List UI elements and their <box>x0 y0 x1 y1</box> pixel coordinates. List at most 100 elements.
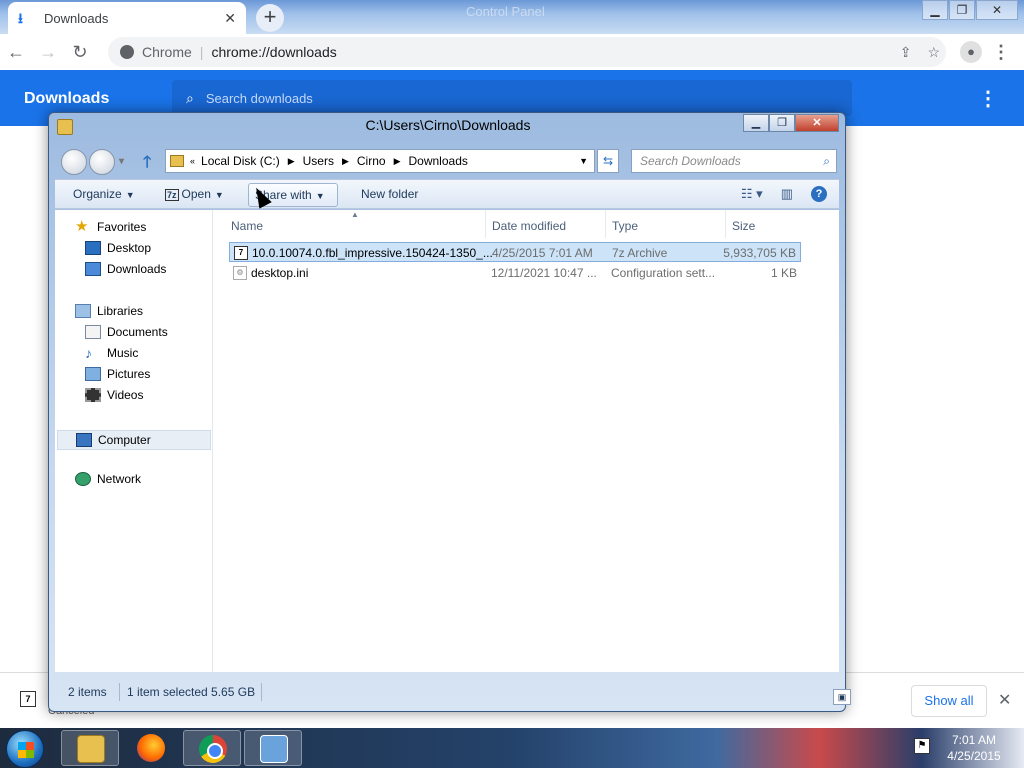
firefox-icon <box>137 734 165 762</box>
taskbar-control-panel[interactable] <box>244 730 302 766</box>
up-folder-icon[interactable]: 🡑 <box>143 151 151 178</box>
nav-music[interactable]: ♪ Music <box>85 346 138 360</box>
explorer-minimize-button[interactable]: ▁ <box>743 114 769 132</box>
omnibox[interactable]: Chrome | chrome://downloads ⇪ ☆ <box>108 37 946 67</box>
forward-button[interactable]: → <box>32 36 64 68</box>
file-name: 10.0.10074.0.fbl_impressive.150424-1350_… <box>252 246 493 260</box>
breadcrumb-downloads[interactable]: Downloads <box>409 154 468 168</box>
refresh-icon[interactable]: ⇆ <box>597 149 619 173</box>
breadcrumb-arrow-icon[interactable]: ▶ <box>394 156 401 167</box>
explorer-icon <box>77 735 105 763</box>
close-window-button[interactable]: ✕ <box>976 0 1018 20</box>
explorer-close-button[interactable]: ✕ <box>795 114 839 132</box>
open-button[interactable]: 7z Open ▼ <box>165 187 224 201</box>
desktop-icon <box>85 241 101 255</box>
chevron-down-icon: ▼ <box>315 191 325 201</box>
change-view-icon[interactable]: ☷ ▾ <box>741 186 763 202</box>
more-actions-icon[interactable]: ⋮ <box>978 86 998 111</box>
videos-icon <box>85 388 101 402</box>
start-button[interactable] <box>6 730 44 768</box>
profile-avatar[interactable]: ● <box>960 41 982 63</box>
explorer-forward-button[interactable] <box>89 149 115 175</box>
file-date: 12/11/2021 10:47 ... <box>491 266 597 280</box>
archive-file-icon[interactable]: 7 <box>20 691 36 707</box>
7zip-icon: 7z <box>165 189 179 201</box>
file-size: 5,933,705 KB <box>723 246 796 260</box>
nav-downloads-label: Downloads <box>107 262 167 276</box>
column-size[interactable]: Size <box>732 219 755 233</box>
organize-button[interactable]: Organize ▼ <box>73 187 135 201</box>
chrome-site-icon <box>120 45 134 59</box>
explorer-maximize-button[interactable]: ❐ <box>769 114 795 132</box>
file-row-desktop-ini[interactable]: ⚙ desktop.ini 12/11/2021 10:47 ... Confi… <box>229 263 801 283</box>
breadcrumb-arrow-icon[interactable]: ▶ <box>342 156 349 167</box>
large-icons-view-icon[interactable]: ▣ <box>833 689 851 705</box>
address-dropdown-icon[interactable]: ▼ <box>579 156 588 166</box>
file-size: 1 KB <box>770 266 797 280</box>
explorer-back-button[interactable] <box>61 149 87 175</box>
search-downloads-input[interactable]: ⌕ Search downloads <box>172 80 852 116</box>
nav-libraries[interactable]: Libraries <box>75 304 143 318</box>
music-icon: ♪ <box>85 345 92 361</box>
breadcrumb-drive[interactable]: Local Disk (C:) <box>201 154 280 168</box>
back-button[interactable]: ← <box>0 36 32 68</box>
preview-pane-icon[interactable]: ▥ <box>781 186 793 202</box>
nav-desktop[interactable]: Desktop <box>85 241 151 255</box>
minimize-button[interactable]: ▁ <box>922 0 948 20</box>
column-name[interactable]: Name <box>231 219 263 233</box>
status-divider <box>119 683 120 701</box>
breadcrumb-cirno[interactable]: Cirno <box>357 154 386 168</box>
nav-network[interactable]: Network <box>75 472 141 486</box>
maximize-button[interactable]: ❐ <box>949 0 975 20</box>
help-icon[interactable]: ? <box>811 186 827 202</box>
nav-pictures[interactable]: Pictures <box>85 367 150 381</box>
breadcrumb-arrow-icon[interactable]: ▶ <box>288 156 295 167</box>
explorer-search-placeholder: Search Downloads <box>640 154 741 168</box>
explorer-window-controls: ▁ ❐ ✕ <box>743 114 839 132</box>
chrome-window-controls: ▁ ❐ ✕ <box>921 0 1018 20</box>
show-all-button[interactable]: Show all <box>911 685 987 717</box>
nav-documents-label: Documents <box>107 325 168 339</box>
nav-favorites[interactable]: ★ Favorites <box>75 219 147 234</box>
clock-date: 4/25/2015 <box>947 749 1001 763</box>
computer-icon <box>76 433 92 447</box>
taskbar-firefox[interactable] <box>122 730 180 766</box>
column-date-modified[interactable]: Date modified <box>492 219 566 233</box>
documents-icon <box>85 325 101 339</box>
nav-documents[interactable]: Documents <box>85 325 168 339</box>
windows-logo-icon <box>18 742 34 758</box>
nav-network-label: Network <box>97 472 142 486</box>
new-tab-button[interactable]: + <box>256 4 284 32</box>
new-folder-button[interactable]: New folder <box>361 187 418 201</box>
file-row-archive[interactable]: 7 10.0.10074.0.fbl_impressive.150424-135… <box>229 242 801 262</box>
nav-downloads[interactable]: Downloads <box>85 262 166 276</box>
nav-desktop-label: Desktop <box>107 241 152 255</box>
7z-archive-icon: 7 <box>234 246 248 260</box>
breadcrumb-overflow-icon[interactable]: « <box>190 156 195 166</box>
column-divider[interactable] <box>725 210 726 238</box>
tab-close-icon[interactable]: ✕ <box>224 10 236 27</box>
tab-downloads[interactable]: ⭳ Downloads ✕ <box>8 2 246 34</box>
address-bar[interactable]: « Local Disk (C:) ▶ Users ▶ Cirno ▶ Down… <box>165 149 595 173</box>
reload-button[interactable]: ↻ <box>64 36 96 68</box>
breadcrumb-users[interactable]: Users <box>303 154 334 168</box>
system-clock[interactable]: 7:01 AM 4/25/2015 <box>934 732 1014 764</box>
column-divider[interactable] <box>485 210 486 238</box>
nav-favorites-label: Favorites <box>97 220 147 234</box>
nav-music-label: Music <box>107 346 139 360</box>
column-divider[interactable] <box>605 210 606 238</box>
recent-pages-chevron-icon[interactable]: ▾ <box>119 149 124 175</box>
explorer-search-input[interactable]: Search Downloads ⌕ <box>631 149 837 173</box>
taskbar-explorer[interactable] <box>61 730 119 766</box>
nav-videos[interactable]: Videos <box>85 388 143 402</box>
taskbar-chrome[interactable] <box>183 730 241 766</box>
chrome-icon <box>199 735 227 763</box>
chrome-menu-icon[interactable]: ⋮ <box>992 42 1010 63</box>
share-icon[interactable]: ⇪ <box>900 44 912 61</box>
action-center-flag-icon[interactable]: ⚑ <box>914 738 930 754</box>
bookmark-star-icon[interactable]: ☆ <box>927 44 940 61</box>
column-type[interactable]: Type <box>612 219 638 233</box>
search-icon: ⌕ <box>823 154 830 168</box>
shelf-close-icon[interactable]: ✕ <box>998 690 1011 710</box>
nav-computer[interactable]: Computer <box>57 430 211 450</box>
